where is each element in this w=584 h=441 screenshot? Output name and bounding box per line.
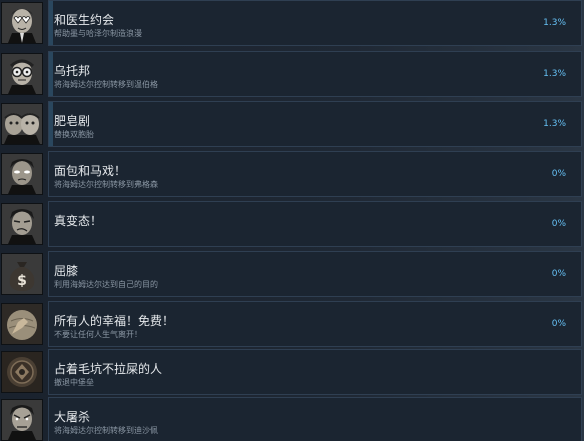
achievement-card: 所有人的幸福！免费！ 不要让任何人生气离开！ 0% (48, 301, 582, 347)
progress-bar (49, 52, 53, 96)
unlock-percent: 1.3% (543, 69, 566, 79)
twin-faces-icon (1, 103, 43, 145)
angry-face-icon (1, 399, 43, 441)
progress-bar (49, 1, 53, 45)
achievement-title: 大屠杀 (54, 410, 91, 424)
achievement-card: 屈膝 利用海姆达尔达到自己的目的 0% (48, 251, 582, 297)
unlock-percent: 1.3% (543, 119, 566, 129)
achievement-description: 利用海姆达尔达到自己的目的 (54, 280, 158, 289)
hand-on-globe-icon (1, 303, 43, 345)
progress-bar (49, 202, 53, 246)
achievement-title: 占着毛坑不拉屎的人 (54, 362, 163, 376)
achievement-row[interactable]: 面包和马戏！ 将海姆达尔控制转移到弗格森 0% (0, 151, 584, 197)
achievement-row[interactable]: 肥皂剧 替换双胞胎 1.3% (0, 101, 584, 147)
unlock-percent: 0% (551, 269, 566, 279)
unlock-percent: 1.3% (543, 18, 566, 28)
svg-text:$: $ (17, 273, 27, 289)
achievement-row[interactable]: 和医生约会 帮助墨与哈泽尔制造浪漫 1.3% (0, 0, 584, 46)
unlock-percent: 0% (551, 169, 566, 179)
achievement-description: 帮助墨与哈泽尔制造浪漫 (54, 29, 142, 38)
achievement-description: 不要让任何人生气离开！ (54, 330, 142, 339)
achievement-description: 替换双胞胎 (54, 130, 94, 139)
achievement-title: 所有人的幸福！免费！ (54, 314, 175, 328)
achievement-card: 大屠杀 将海姆达尔控制转移到迪沙佩 (48, 397, 582, 441)
progress-bar (49, 252, 53, 296)
progress-bar (49, 398, 53, 441)
progress-bar (49, 302, 53, 346)
achievements-page: 和医生约会 帮助墨与哈泽尔制造浪漫 1.3% 乌托邦 将海姆达尔控制转移到温伯格… (0, 0, 584, 441)
unlock-percent: 0% (551, 219, 566, 229)
heart-eyes-face-icon (1, 2, 43, 44)
achievement-title: 真变态！ (54, 214, 103, 228)
achievement-description: 将海姆达尔控制转移到弗格森 (54, 180, 158, 189)
progress-bar (49, 350, 53, 394)
money-bag-icon: $ (1, 253, 43, 295)
achievement-description: 将海姆达尔控制转移到迪沙佩 (54, 426, 158, 435)
achievement-card: 占着毛坑不拉屎的人 撤退中堡垒 (48, 349, 582, 395)
achievement-card: 真变态！ 0% (48, 201, 582, 247)
achievement-card: 肥皂剧 替换双胞胎 1.3% (48, 101, 582, 147)
unlock-percent: 0% (551, 319, 566, 329)
achievement-card: 面包和马戏！ 将海姆达尔控制转移到弗格森 0% (48, 151, 582, 197)
achievement-card: 乌托邦 将海姆达尔控制转移到温伯格 1.3% (48, 51, 582, 97)
chest-emblem-icon (1, 351, 43, 393)
achievement-title: 面包和马戏！ (54, 164, 127, 178)
sneering-face-icon (1, 203, 43, 245)
goggles-face-icon (1, 53, 43, 95)
achievement-row[interactable]: $ 屈膝 利用海姆达尔达到自己的目的 0% (0, 251, 584, 297)
achievement-row[interactable]: 乌托邦 将海姆达尔控制转移到温伯格 1.3% (0, 51, 584, 97)
achievement-row[interactable]: 占着毛坑不拉屎的人 撤退中堡垒 (0, 349, 584, 395)
progress-bar (49, 152, 53, 196)
glowing-eyes-face-icon (1, 153, 43, 195)
achievement-title: 乌托邦 (54, 64, 91, 78)
progress-bar (49, 102, 53, 146)
achievement-description: 将海姆达尔控制转移到温伯格 (54, 80, 158, 89)
achievement-row[interactable]: 真变态！ 0% (0, 201, 584, 247)
achievement-row[interactable]: 大屠杀 将海姆达尔控制转移到迪沙佩 (0, 397, 584, 441)
achievement-title: 肥皂剧 (54, 114, 91, 128)
achievement-card: 和医生约会 帮助墨与哈泽尔制造浪漫 1.3% (48, 0, 582, 46)
achievement-row[interactable]: 所有人的幸福！免费！ 不要让任何人生气离开！ 0% (0, 301, 584, 347)
achievement-description: 撤退中堡垒 (54, 378, 94, 387)
achievement-title: 屈膝 (54, 264, 79, 278)
achievement-title: 和医生约会 (54, 13, 115, 27)
